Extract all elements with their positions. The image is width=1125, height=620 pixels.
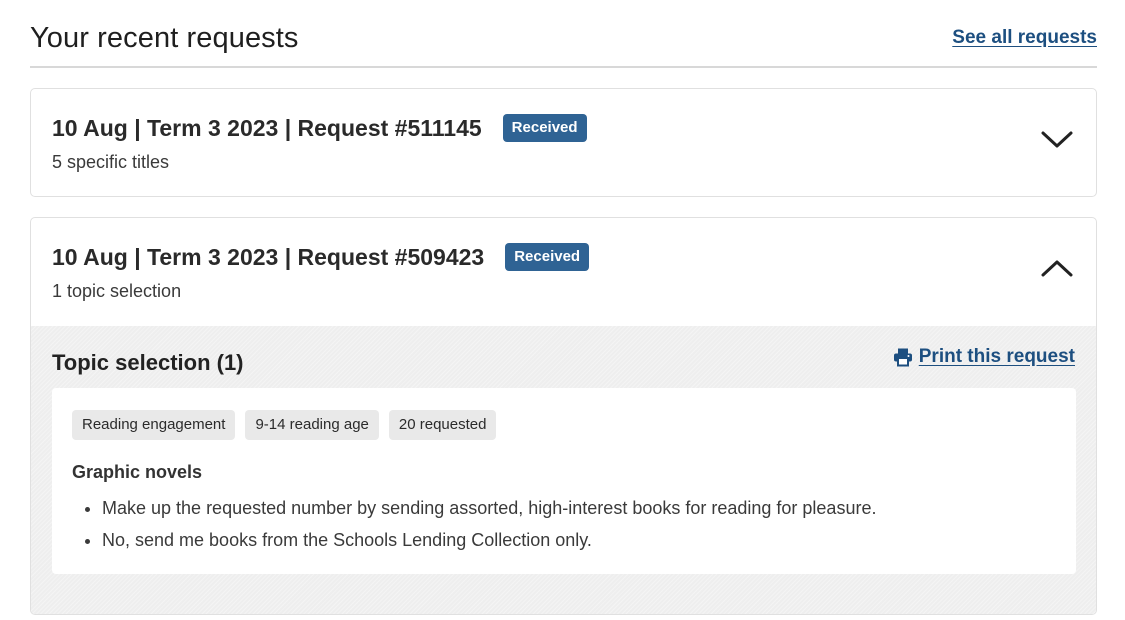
request-title-row: 10 Aug | Term 3 2023 | Request #509423 R… bbox=[52, 243, 590, 271]
request-card: 10 Aug | Term 3 2023 | Request #511145 R… bbox=[30, 88, 1097, 197]
request-title-row: 10 Aug | Term 3 2023 | Request #511145 R… bbox=[52, 114, 587, 142]
request-details-panel: Topic selection (1) Print this request R… bbox=[31, 326, 1096, 614]
topic-title: Graphic novels bbox=[72, 462, 203, 482]
print-request-label: Print this request bbox=[918, 346, 1075, 367]
list-item: Make up the requested number by sending … bbox=[102, 492, 876, 524]
page-title: Your recent requests bbox=[30, 22, 299, 54]
request-title: 10 Aug | Term 3 2023 | Request #511145 bbox=[52, 114, 482, 141]
request-summary: 5 specific titles bbox=[52, 152, 170, 172]
request-summary: 1 topic selection bbox=[52, 281, 182, 301]
print-request-link[interactable]: Print this request bbox=[893, 346, 1075, 368]
status-badge: Received bbox=[502, 114, 587, 142]
request-card: 10 Aug | Term 3 2023 | Request #509423 R… bbox=[30, 217, 1097, 615]
request-card-header[interactable]: 10 Aug | Term 3 2023 | Request #511145 R… bbox=[31, 89, 1096, 196]
tag-reading-age: 9-14 reading age bbox=[245, 410, 379, 440]
request-card-header[interactable]: 10 Aug | Term 3 2023 | Request #509423 R… bbox=[31, 218, 1096, 326]
topic-options-list: Make up the requested number by sending … bbox=[72, 492, 876, 556]
chevron-up-icon[interactable] bbox=[1040, 256, 1074, 280]
see-all-requests-link[interactable]: See all requests bbox=[952, 27, 1097, 49]
status-badge: Received bbox=[505, 243, 590, 271]
tag-requested-count: 20 requested bbox=[388, 410, 497, 440]
tag-reading-engagement: Reading engagement bbox=[72, 410, 236, 440]
topic-selection-card: Reading engagement 9-14 reading age 20 r… bbox=[52, 388, 1076, 574]
chevron-down-icon[interactable] bbox=[1040, 127, 1074, 151]
printer-icon bbox=[893, 348, 912, 367]
tag-list: Reading engagement 9-14 reading age 20 r… bbox=[72, 410, 497, 440]
recent-requests-section: Your recent requests See all requests 10… bbox=[30, 0, 1097, 615]
request-title: 10 Aug | Term 3 2023 | Request #509423 bbox=[52, 243, 485, 270]
topic-selection-heading: Topic selection (1) bbox=[52, 350, 244, 375]
list-item: No, send me books from the Schools Lendi… bbox=[102, 524, 876, 556]
section-header: Your recent requests See all requests bbox=[30, 0, 1097, 68]
